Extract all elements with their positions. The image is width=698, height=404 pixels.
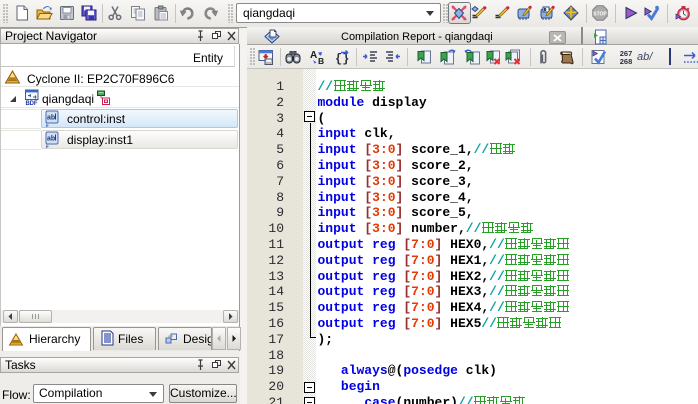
svg-text:ab: ab — [47, 136, 55, 143]
svg-text:A: A — [310, 50, 317, 61]
svg-text:STOP: STOP — [593, 12, 607, 18]
svg-text:ab: ab — [47, 115, 55, 122]
svg-text:{}: {} — [335, 52, 349, 66]
svg-text:BDF: BDF — [26, 101, 38, 107]
svg-text:B: B — [318, 56, 324, 66]
